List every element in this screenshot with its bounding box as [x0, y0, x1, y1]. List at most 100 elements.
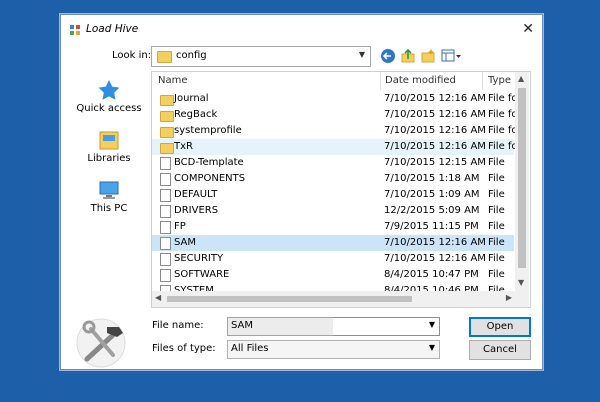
- close-icon[interactable]: ✕: [522, 21, 534, 37]
- filename-panel: File name: SAM ▼ Files of type: All File…: [149, 313, 452, 363]
- file-type: File: [488, 205, 505, 216]
- filename-label: File name:: [152, 320, 204, 331]
- filename-field[interactable]: SAM ▼: [227, 317, 440, 336]
- file-name: BCD-Template: [174, 157, 244, 168]
- file-list[interactable]: ⌃ Name Date modified Type Journal 7/10/20…: [151, 71, 531, 308]
- lookin-value: config: [176, 50, 207, 61]
- scroll-right-icon[interactable]: ▶: [506, 293, 512, 302]
- file-type: File: [488, 237, 505, 248]
- filetype-label: Files of type:: [152, 343, 216, 354]
- load-hive-dialog: Load Hive ✕ Look in: config ▼ Quick acce…: [60, 14, 543, 370]
- file-name: TxR: [174, 141, 193, 152]
- new-folder-icon[interactable]: [420, 48, 436, 64]
- folder-icon: [160, 111, 174, 122]
- file-icon: [160, 237, 171, 250]
- file-date: 7/10/2015 12:16 AM: [384, 93, 486, 104]
- place-label: Libraries: [87, 153, 131, 164]
- file-date: 7/10/2015 12:15 AM: [384, 157, 486, 168]
- file-name: FP: [174, 221, 186, 232]
- file-name: COMPONENTS: [174, 173, 246, 184]
- filetype-value: All Files: [231, 343, 269, 354]
- file-name: SOFTWARE: [174, 269, 230, 280]
- file-type: File: [488, 173, 505, 184]
- scroll-corner: [515, 291, 529, 307]
- lookin-dropdown[interactable]: config ▼: [151, 46, 371, 67]
- file-name: systemprofile: [174, 125, 242, 136]
- file-type: File: [488, 157, 505, 168]
- column-divider[interactable]: [482, 72, 483, 90]
- file-type: File: [488, 253, 505, 264]
- file-row[interactable]: DRIVERS 12/2/2015 5:09 AM File: [152, 203, 514, 219]
- file-row[interactable]: SECURITY 7/10/2015 12:16 AM File: [152, 251, 514, 267]
- file-date: 7/10/2015 12:16 AM: [384, 125, 486, 136]
- file-date: 8/4/2015 10:47 PM: [384, 269, 479, 280]
- back-arrow-icon[interactable]: [380, 48, 396, 64]
- views-menu-icon[interactable]: [441, 48, 463, 64]
- place-quick-access[interactable]: Quick access: [69, 79, 149, 114]
- file-row[interactable]: FP 7/9/2015 11:15 PM File: [152, 219, 514, 235]
- scroll-left-icon[interactable]: ◀: [155, 293, 161, 302]
- file-row[interactable]: systemprofile 7/10/2015 12:16 AM File fol: [152, 123, 520, 139]
- file-icon: [160, 221, 171, 234]
- file-type: File: [488, 221, 505, 232]
- file-row[interactable]: RegBack 7/10/2015 12:16 AM File fol: [152, 107, 520, 123]
- file-row[interactable]: TxR 7/10/2015 12:16 AM File fol: [152, 139, 520, 155]
- file-icon: [160, 269, 171, 282]
- place-label: Quick access: [76, 103, 142, 114]
- file-type: File: [488, 269, 505, 280]
- file-row[interactable]: BCD-Template 7/10/2015 12:15 AM File: [152, 155, 514, 171]
- star-icon: [98, 80, 120, 100]
- scroll-down-icon[interactable]: ▼: [518, 278, 524, 287]
- file-date: 7/10/2015 1:09 AM: [384, 189, 480, 200]
- folder-icon: [157, 51, 172, 63]
- place-libraries[interactable]: Libraries: [69, 129, 149, 164]
- column-divider[interactable]: [380, 72, 381, 90]
- file-row[interactable]: COMPONENTS 7/10/2015 1:18 AM File: [152, 171, 514, 187]
- column-header-type[interactable]: Type: [488, 72, 511, 90]
- vertical-scrollbar[interactable]: ▲ ▼: [515, 72, 529, 291]
- folder-icon: [160, 143, 174, 154]
- file-type: File: [488, 189, 505, 200]
- file-date: 7/10/2015 12:16 AM: [384, 237, 486, 248]
- column-header-name[interactable]: Name: [158, 72, 188, 90]
- file-name: Journal: [174, 93, 209, 104]
- title-bar[interactable]: Load Hive ✕: [61, 15, 542, 45]
- place-label: This PC: [90, 203, 128, 214]
- places-bar: Quick access Libraries This PC: [69, 71, 149, 311]
- sort-caret-icon: ⌃: [260, 71, 268, 78]
- registry-icon: [70, 25, 80, 35]
- place-this-pc[interactable]: This PC: [69, 179, 149, 214]
- cancel-button[interactable]: Cancel: [469, 340, 531, 360]
- scroll-thumb[interactable]: [518, 88, 526, 268]
- dialog-title: Load Hive: [86, 23, 139, 35]
- file-row[interactable]: SAM 7/10/2015 12:16 AM File: [152, 235, 514, 251]
- file-name: DEFAULT: [174, 189, 218, 200]
- filename-value: SAM: [231, 320, 254, 331]
- file-date: 7/10/2015 1:18 AM: [384, 173, 480, 184]
- up-folder-icon[interactable]: [400, 48, 416, 64]
- horizontal-scrollbar[interactable]: ◀ ▶: [152, 291, 515, 307]
- scroll-thumb[interactable]: [167, 296, 412, 302]
- file-name: SAM: [174, 237, 197, 248]
- filetype-dropdown[interactable]: All Files ▼: [227, 340, 440, 359]
- scroll-up-icon[interactable]: ▲: [518, 74, 524, 83]
- chevron-down-icon: ▼: [428, 343, 435, 352]
- open-button[interactable]: Open: [469, 317, 531, 337]
- file-icon: [160, 173, 171, 186]
- file-row[interactable]: Journal 7/10/2015 12:16 AM File fol: [152, 91, 520, 107]
- lookin-label: Look in:: [112, 50, 152, 61]
- file-date: 7/10/2015 12:16 AM: [384, 253, 486, 264]
- file-date: 7/10/2015 12:16 AM: [384, 109, 486, 120]
- folder-icon: [160, 127, 174, 138]
- file-row[interactable]: DEFAULT 7/10/2015 1:09 AM File: [152, 187, 514, 203]
- computer-icon: [99, 181, 119, 199]
- libraries-icon: [99, 131, 119, 150]
- file-name: RegBack: [174, 109, 218, 120]
- file-icon: [160, 157, 171, 170]
- file-row[interactable]: SOFTWARE 8/4/2015 10:47 PM File: [152, 267, 514, 283]
- column-header-date[interactable]: Date modified: [385, 72, 456, 90]
- file-icon: [160, 189, 171, 202]
- file-name: SECURITY: [174, 253, 224, 264]
- file-date: 7/10/2015 12:16 AM: [384, 141, 486, 152]
- chevron-down-icon[interactable]: ▼: [429, 320, 435, 329]
